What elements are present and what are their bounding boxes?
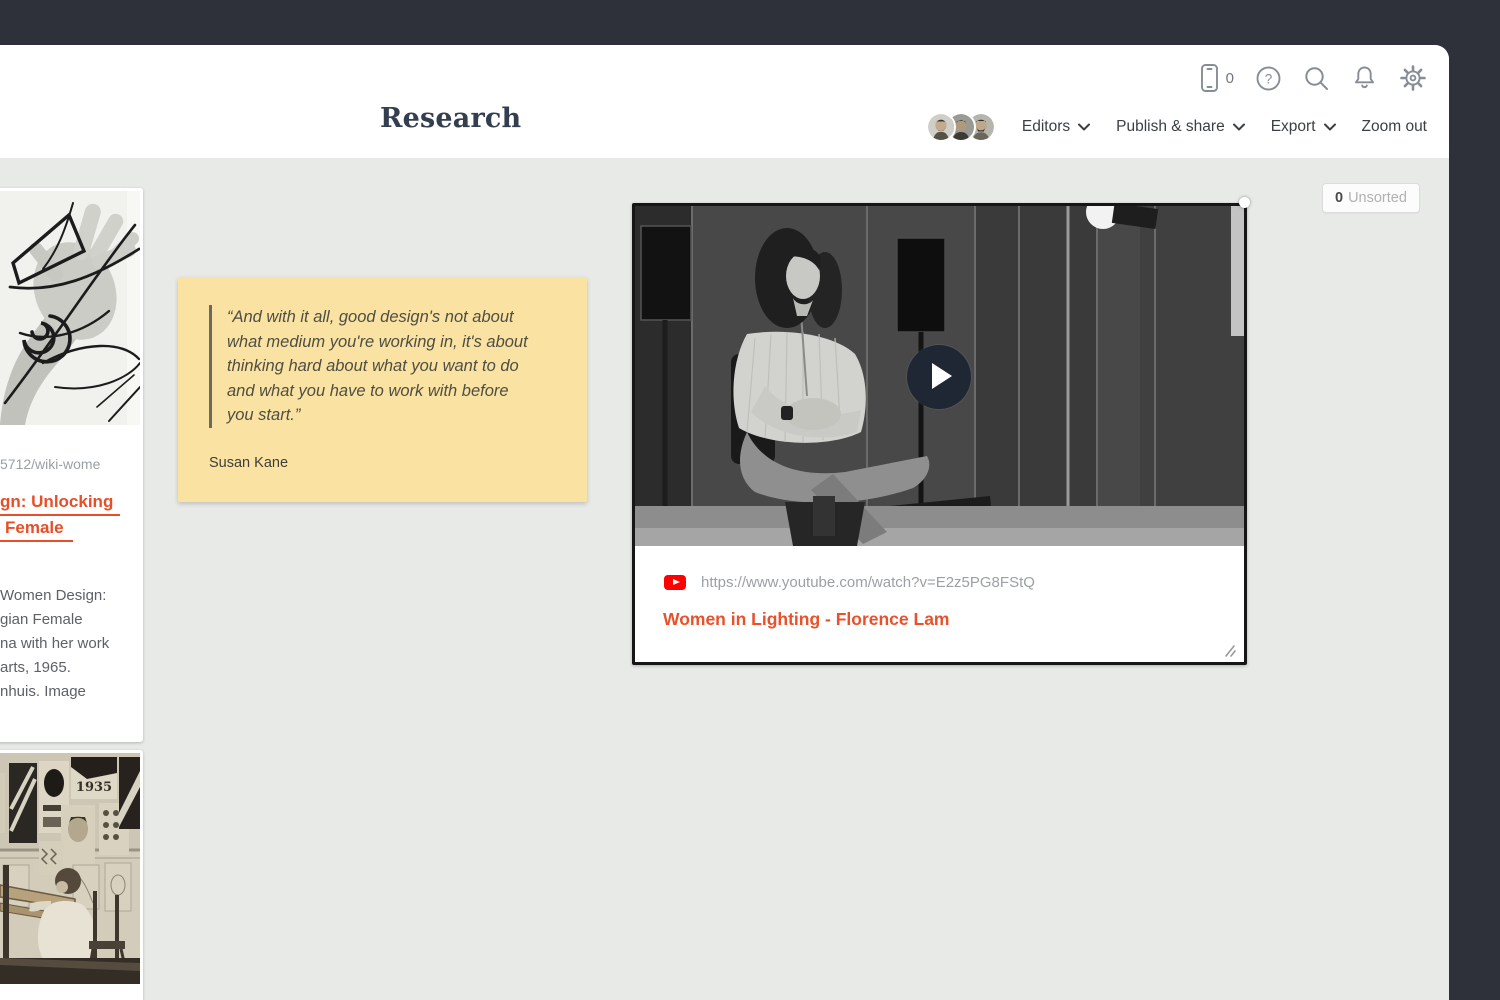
video-url-row: https://www.youtube.com/watch?v=E2z5PG8F…	[664, 574, 1035, 591]
card-selection-handle[interactable]	[1239, 197, 1250, 208]
device-icon	[1199, 63, 1220, 93]
device-uploads-count: 0	[1226, 70, 1234, 87]
publish-share-label: Publish & share	[1116, 118, 1225, 136]
video-url[interactable]: https://www.youtube.com/watch?v=E2z5PG8F…	[701, 574, 1035, 591]
studio-photo: 1935	[0, 753, 140, 984]
video-card[interactable]: https://www.youtube.com/watch?v=E2z5PG8F…	[632, 203, 1247, 665]
resize-handle-icon[interactable]	[1222, 644, 1236, 656]
toolbar: 0 ?	[1199, 60, 1427, 96]
sticky-note-card[interactable]: “And with it all, good design's not abou…	[178, 277, 587, 502]
svg-text:1935: 1935	[76, 780, 112, 795]
video-title[interactable]: Women in Lighting - Florence Lam	[663, 609, 950, 630]
avatar	[926, 112, 956, 142]
help-icon: ?	[1255, 65, 1282, 92]
editors-label: Editors	[1022, 118, 1070, 136]
board-canvas[interactable]: 0 Unsorted	[0, 158, 1449, 1000]
svg-text:?: ?	[1265, 71, 1273, 86]
link-card-title[interactable]: gn: Unlocking Female	[0, 490, 127, 542]
app-window: Research 0 ?	[0, 45, 1449, 1000]
notifications-button[interactable]	[1351, 64, 1378, 92]
image-card[interactable]: 1935	[0, 750, 143, 1000]
export-button[interactable]: Export	[1271, 118, 1336, 136]
chevron-down-icon	[1324, 118, 1336, 136]
board-actions: Editors Publish & share Export Zoom out	[926, 109, 1427, 145]
hand-wire-photo	[0, 191, 140, 425]
search-button[interactable]	[1303, 65, 1330, 92]
youtube-icon	[664, 575, 686, 590]
export-label: Export	[1271, 118, 1316, 136]
bell-icon	[1351, 64, 1378, 92]
publish-share-button[interactable]: Publish & share	[1116, 118, 1245, 136]
play-icon	[932, 363, 952, 389]
device-uploads-button[interactable]: 0	[1199, 63, 1234, 93]
help-button[interactable]: ?	[1255, 65, 1282, 92]
note-quote: “And with it all, good design's not abou…	[209, 305, 554, 428]
page-title: Research	[380, 103, 521, 134]
link-card-url: 5712/wiki-wome	[0, 455, 127, 473]
unsorted-badge[interactable]: 0 Unsorted	[1322, 183, 1420, 213]
chevron-down-icon	[1233, 118, 1245, 136]
gear-icon	[1399, 64, 1427, 92]
link-card-title-line[interactable]: Female	[0, 516, 73, 542]
link-card-description: Women Design: gian Female na with her wo…	[0, 584, 127, 704]
play-button[interactable]	[907, 345, 971, 409]
editor-avatars[interactable]	[926, 112, 996, 142]
link-card[interactable]: 5712/wiki-wome gn: Unlocking Female Wome…	[0, 188, 143, 742]
link-card-title-line[interactable]: gn: Unlocking	[0, 490, 120, 516]
chevron-down-icon	[1078, 118, 1090, 136]
note-author: Susan Kane	[209, 455, 288, 471]
editors-button[interactable]: Editors	[1022, 118, 1090, 136]
unsorted-count: 0	[1335, 190, 1343, 206]
unsorted-label: Unsorted	[1348, 190, 1407, 206]
settings-button[interactable]	[1399, 64, 1427, 92]
search-icon	[1303, 65, 1330, 92]
board-header: Research 0 ?	[0, 45, 1449, 158]
zoom-out-label: Zoom out	[1362, 118, 1427, 136]
video-thumbnail[interactable]	[635, 206, 1244, 546]
zoom-out-button[interactable]: Zoom out	[1362, 118, 1427, 136]
